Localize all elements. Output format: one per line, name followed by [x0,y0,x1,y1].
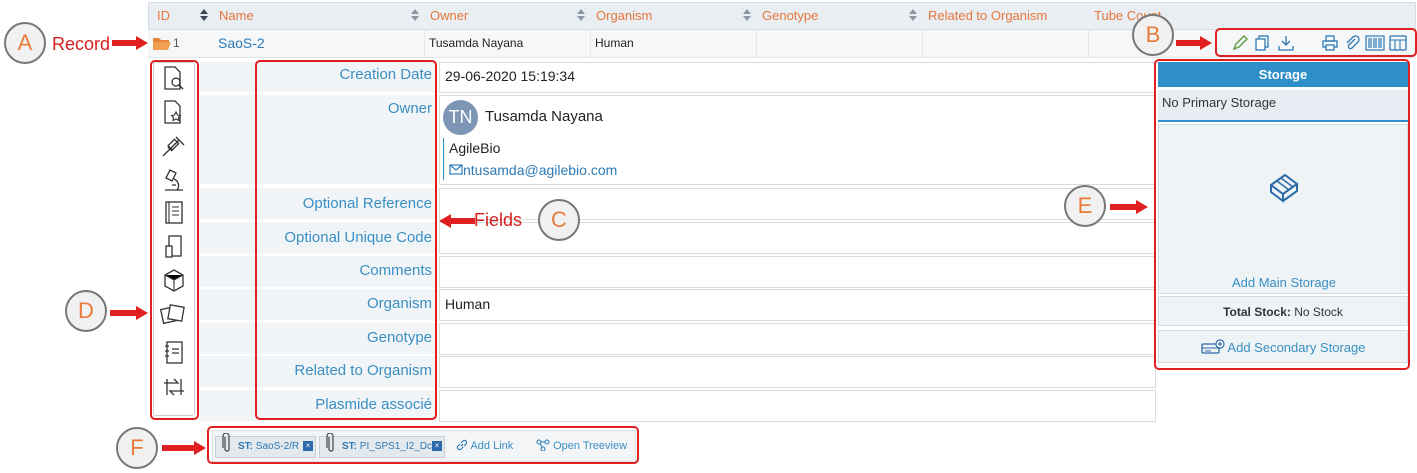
record-owner: Tusamda Nayana [429,36,524,50]
annotation-box-b [1215,28,1417,57]
genotype-value [439,323,1156,355]
organism-value: Human [439,289,1156,321]
record-name[interactable]: SaoS-2 [218,30,265,57]
col-id[interactable]: ID [157,3,170,29]
annotation-label-f: F [116,427,158,469]
owner-email[interactable]: ntusamda@agilebio.com [463,162,617,178]
sort-icon[interactable] [410,9,420,23]
annotation-text-fields: Fields [474,210,523,230]
arrow-right-icon [1110,200,1148,214]
col-owner[interactable]: Owner [430,3,468,29]
sort-icon[interactable] [576,9,586,23]
arrow-left-icon [439,214,475,228]
folder-open-icon[interactable] [152,35,172,51]
arrow-right-icon [162,441,206,455]
annotation-label-b: B [1132,14,1174,56]
creation-date-value: 29-06-2020 15:19:34 [439,62,1156,93]
annotation-box-d [150,60,199,420]
arrow-right-icon [1176,36,1212,50]
annotation-box-e [1154,59,1410,370]
col-organism[interactable]: Organism [596,3,652,29]
owner-name[interactable]: Tusamda Nayana [485,108,603,125]
arrow-right-icon [110,306,148,320]
envelope-icon [449,164,463,175]
avatar: TN [443,100,478,135]
col-related[interactable]: Related to Organism [928,3,1047,29]
annotation-text-record: Record [52,34,111,54]
sort-icon[interactable] [199,9,209,23]
annotation-box-f [207,426,639,464]
record-id: 1 [173,36,180,50]
comments-value [439,256,1156,288]
col-genotype[interactable]: Genotype [762,3,818,29]
related-to-organism-value [439,356,1156,388]
annotation-label-c: C [538,199,580,241]
annotation-box-c [255,60,437,420]
plasmide-value [439,390,1156,422]
owner-card: TN Tusamda Nayana AgileBio ntusamda@agil… [439,95,1156,185]
annotation-label-e: E [1064,185,1106,227]
grid-header: ID Name Owner Organism Genotype Related … [148,2,1416,30]
sort-icon[interactable] [908,9,918,23]
col-name[interactable]: Name [219,3,254,29]
record-organism: Human [595,36,634,50]
sort-icon[interactable] [742,9,752,23]
annotation-label-d: D [65,290,107,332]
arrow-right-icon [112,36,148,50]
annotation-label-a: A [4,22,46,64]
owner-company: AgileBio [449,140,501,156]
